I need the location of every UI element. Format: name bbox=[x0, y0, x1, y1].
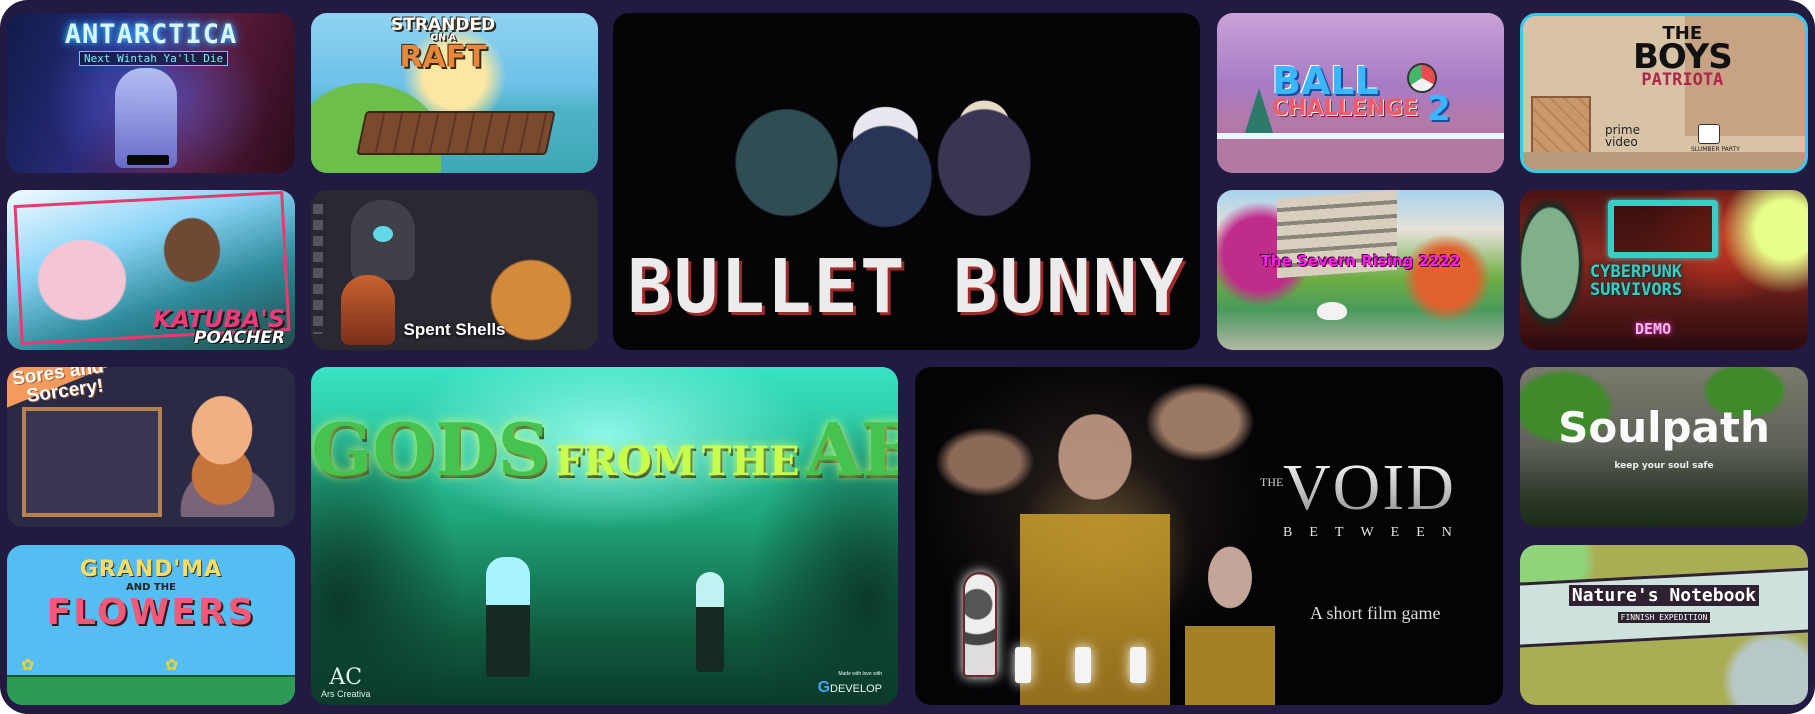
cover-art-door bbox=[963, 572, 997, 677]
prime-video-logo: prime video bbox=[1605, 124, 1640, 148]
title-line: BOYS bbox=[1633, 37, 1733, 78]
title-word: FROM bbox=[555, 438, 696, 485]
game-subtitle: Next Wintah Ya'll Die bbox=[79, 51, 229, 66]
game-title-suffix: BETWEEN bbox=[1283, 525, 1469, 540]
cover-art-actor bbox=[1020, 387, 1170, 705]
gamepad-icon bbox=[1698, 124, 1720, 144]
cover-art-door bbox=[1015, 647, 1031, 683]
cover-art-skull bbox=[1520, 200, 1590, 340]
game-title: GRAND'MA AND THE FLOWERS bbox=[7, 559, 295, 631]
game-title: GODS FROM THE ABYSS bbox=[311, 407, 898, 492]
cover-art-grass bbox=[7, 675, 295, 705]
title-word: THE bbox=[701, 438, 800, 485]
game-tile-bullet-bunny[interactable]: BULLET BUNNY bbox=[613, 13, 1200, 350]
studio-label: SLUMBER PARTY bbox=[1691, 146, 1740, 153]
title-line: STRANDED bbox=[391, 15, 496, 35]
title-line: RAFT bbox=[399, 40, 487, 75]
studio-logo: AC Ars Creativa bbox=[321, 665, 371, 700]
game-title: Soulpath bbox=[1558, 403, 1770, 452]
title-line: BALL bbox=[1272, 59, 1379, 103]
cy-logo bbox=[1608, 200, 1718, 258]
demo-badge: DEMO bbox=[1635, 320, 1672, 338]
cover-art-character bbox=[115, 68, 177, 168]
game-showcase-grid: ANTARCTICA Next Wintah Ya'll Die STRANDE… bbox=[0, 0, 1815, 714]
cover-art-creature bbox=[27, 230, 137, 330]
title-line: GRAND'MA bbox=[79, 557, 223, 582]
cover-art-woman bbox=[696, 572, 724, 672]
title-band bbox=[1520, 566, 1808, 649]
title-line: SURVIVORS bbox=[1590, 279, 1683, 300]
flower-icon: ✿ bbox=[21, 657, 35, 674]
title-text: Nature's Notebook bbox=[1568, 585, 1760, 606]
publisher-badge bbox=[127, 155, 169, 165]
game-tile-the-severn-rising-2222[interactable]: The Severn Rising 2222 bbox=[1217, 190, 1504, 350]
game-tile-ball-challenge-2[interactable]: BALL CHALLENGE 2 bbox=[1217, 13, 1504, 173]
game-tile-soulpath[interactable]: Soulpath keep your soul safe bbox=[1520, 367, 1808, 527]
game-title: Spent Shells bbox=[403, 320, 506, 339]
game-title: Nature's Notebook bbox=[1520, 585, 1808, 606]
game-tile-cyberpunk-survivors[interactable]: CYBERPUNK SURVIVORS DEMO bbox=[1520, 190, 1808, 350]
made-with-label: Made with love with bbox=[838, 671, 882, 677]
game-tagline: A short film game bbox=[1310, 603, 1441, 623]
cover-art-characters bbox=[703, 43, 1083, 273]
cover-art-actor bbox=[1185, 527, 1275, 705]
cover-art-raft bbox=[356, 111, 556, 155]
game-tile-katubas-poacher[interactable]: KATUBA'S POACHER bbox=[7, 190, 295, 350]
game-title: CYBERPUNK SURVIVORS bbox=[1590, 263, 1683, 300]
cover-art-hunter bbox=[157, 210, 227, 290]
game-tile-gods-from-the-abyss[interactable]: GODS FROM THE ABYSS AC Ars Creativa Made… bbox=[311, 367, 898, 705]
game-tile-grandma-and-the-flowers[interactable]: ✿ ✿ GRAND'MA AND THE FLOWERS bbox=[7, 545, 295, 705]
engine-name: DEVELOP bbox=[830, 683, 882, 695]
cover-art-floor bbox=[1523, 152, 1805, 170]
game-title: BULLET BUNNY bbox=[627, 244, 1186, 330]
game-tile-sores-and-sorcery[interactable]: Sores and Sorcery! bbox=[7, 367, 295, 527]
title-line: CHALLENGE bbox=[1272, 96, 1419, 122]
game-tagline: keep your soul safe bbox=[1614, 461, 1714, 471]
game-title: STRANDED ON A RAFT bbox=[391, 17, 495, 73]
cover-art-door bbox=[1075, 647, 1091, 683]
game-title: ANTARCTICA bbox=[64, 19, 238, 50]
cover-art-character bbox=[167, 377, 277, 517]
game-tile-antarctica[interactable]: ANTARCTICA Next Wintah Ya'll Die bbox=[7, 13, 295, 173]
ars-creativa-icon: AC bbox=[329, 665, 363, 690]
game-subtitle: FINNISH EXPEDITION bbox=[1520, 612, 1808, 623]
game-tile-the-void-between[interactable]: THE VOID BETWEEN A short film game bbox=[915, 367, 1503, 705]
game-tile-stranded-on-a-raft[interactable]: STRANDED ON A RAFT bbox=[311, 13, 598, 173]
game-tile-the-boys-patriota[interactable]: THE BOYS PATRIOTA prime video SLUMBER PA… bbox=[1520, 13, 1808, 173]
cover-art-ground bbox=[1217, 133, 1504, 173]
cover-art-eye bbox=[373, 226, 393, 242]
title-line: PATRIOTA bbox=[1641, 69, 1724, 90]
cover-art-door bbox=[1130, 647, 1146, 683]
engine-logo: Made with love with GDEVELOP bbox=[818, 671, 882, 697]
game-tile-natures-notebook[interactable]: Nature's Notebook FINNISH EXPEDITION bbox=[1520, 545, 1808, 705]
game-title-prefix: THE bbox=[1260, 475, 1284, 489]
cover-art-man bbox=[486, 557, 530, 677]
game-title: The Severn Rising 2222 bbox=[1260, 252, 1461, 270]
logo-line: video bbox=[1605, 135, 1638, 149]
gdevelop-icon: G bbox=[817, 679, 831, 696]
cover-art-level bbox=[22, 407, 162, 517]
title-number: 2 bbox=[1427, 89, 1451, 129]
title-word: GODS bbox=[311, 407, 550, 492]
game-tile-spent-shells[interactable]: Spent Shells bbox=[311, 190, 598, 350]
game-title: VOID bbox=[1283, 451, 1456, 524]
game-title: Sores and Sorcery! bbox=[11, 367, 107, 408]
studio-name: Ars Creativa bbox=[321, 689, 371, 699]
title-word: ABYSS bbox=[805, 407, 898, 492]
subtitle-text: FINNISH EXPEDITION bbox=[1617, 612, 1711, 623]
game-title: THE BOYS PATRIOTA bbox=[1633, 24, 1733, 90]
game-title: BALL CHALLENGE bbox=[1272, 59, 1419, 122]
flower-icon: ✿ bbox=[165, 657, 179, 674]
cover-art-swan bbox=[1317, 302, 1347, 320]
title-line: FLOWERS bbox=[46, 592, 256, 633]
game-title: KATUBA'S POACHER bbox=[153, 307, 285, 346]
cover-art-film-strip bbox=[313, 204, 323, 334]
